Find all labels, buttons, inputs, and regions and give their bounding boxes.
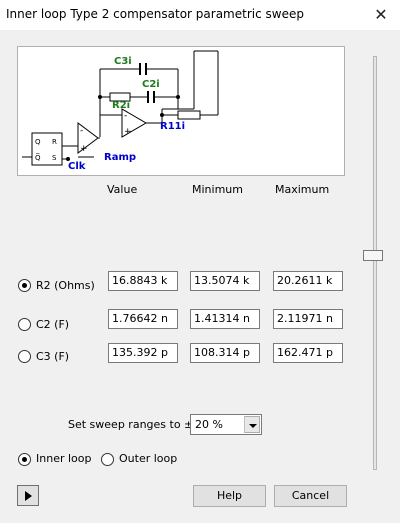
opamp-minus: - [124,111,127,121]
radio-inner-loop[interactable] [18,453,31,466]
junction-dot [98,95,102,99]
row-label-c2: C2 (F) [36,318,70,331]
radio-r2[interactable] [18,279,31,292]
ff-qbar: Q̅ [35,153,41,162]
radio-outer-loop[interactable] [101,453,114,466]
c2-value-field[interactable]: 1.76642 n [108,309,178,329]
ff-q: Q [35,138,41,146]
junction-dot [176,95,180,99]
c2-maximum-field[interactable]: 2.11971 n [273,309,343,329]
r11-resistor [177,110,201,120]
ff-s: S [52,154,57,162]
sweep-range-label: Set sweep ranges to ± [68,418,194,431]
c2-minimum-field[interactable]: 1.41314 n [190,309,260,329]
label-ramp: Ramp [104,152,136,163]
label-r2i: R2i [112,100,130,111]
row-label-c3: C3 (F) [36,350,70,363]
label-c2i: C2i [142,79,160,90]
chevron-down-icon[interactable] [244,416,260,433]
cancel-button[interactable]: Cancel [274,485,347,507]
r2-minimum-field[interactable]: 13.5074 k [190,271,260,291]
comp-minus: - [80,126,83,136]
c3-minimum-field[interactable]: 108.314 p [190,343,260,363]
help-button[interactable]: Help [193,485,266,507]
column-maximum-header: Maximum [275,183,330,196]
comp-plus: + [80,144,88,154]
play-icon[interactable] [17,485,39,506]
ff-r: R [52,138,57,146]
radio-c3[interactable] [18,350,31,363]
inner-loop-label: Inner loop [36,452,92,465]
title-bar: Inner loop Type 2 compensator parametric… [0,0,400,30]
label-c3i: C3i [114,56,132,67]
slider-thumb[interactable] [363,250,383,261]
column-value-header: Value [107,183,138,196]
label-clk: Clk [68,161,86,172]
label-r11i: R11i [160,121,185,132]
outer-loop-label: Outer loop [119,452,178,465]
window-title: Inner loop Type 2 compensator parametric… [6,7,304,21]
c3-maximum-field[interactable]: 162.471 p [273,343,343,363]
c3-value-field[interactable]: 135.392 p [108,343,178,363]
close-icon[interactable]: ✕ [366,2,396,28]
slider-track[interactable] [373,56,377,470]
radio-c2[interactable] [18,318,31,331]
opamp-plus: + [124,127,132,137]
sweep-range-select[interactable]: 20 % [190,414,262,435]
junction-dot [160,113,164,117]
row-label-r2: R2 (Ohms) [36,279,95,292]
r2-value-field[interactable]: 16.8843 k [108,271,178,291]
column-minimum-header: Minimum [192,183,243,196]
sweep-range-value: 20 % [195,418,223,431]
r2-maximum-field[interactable]: 20.2611 k [273,271,343,291]
schematic-panel: C3i C2i R2i R11i Ramp Clk Q R Q̅ S - + -… [17,46,345,176]
compensator-schematic: C3i C2i R2i R11i Ramp Clk Q R Q̅ S - + -… [22,50,219,172]
